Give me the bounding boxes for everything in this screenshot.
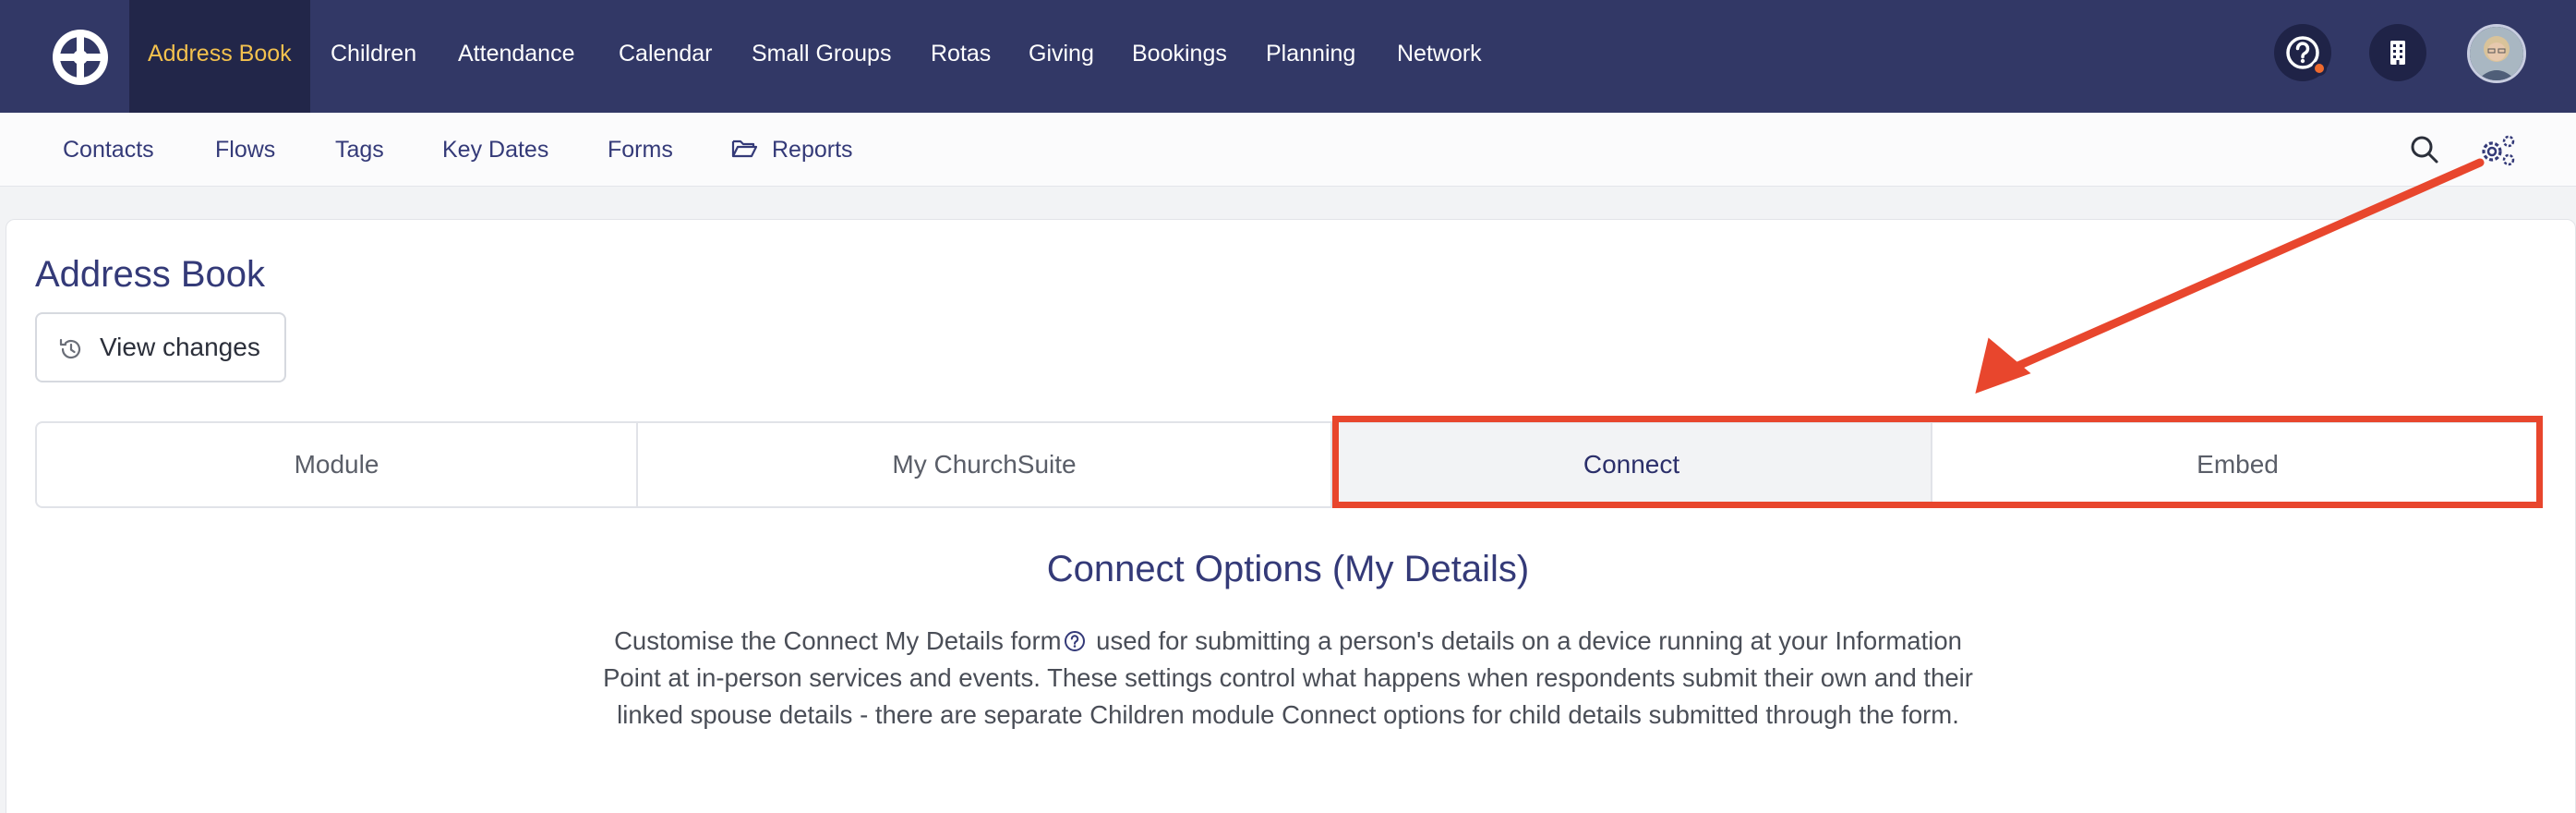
user-avatar[interactable] (2467, 24, 2526, 83)
nav-calendar[interactable]: Calendar (619, 0, 712, 113)
nav-attendance[interactable]: Attendance (458, 0, 575, 113)
search-icon[interactable] (2406, 131, 2443, 168)
sub-navigation-bar: Contacts Flows Tags Key Dates Forms Repo… (0, 113, 2576, 187)
subnav-key-dates[interactable]: Key Dates (442, 113, 548, 187)
tab-my-churchsuite[interactable]: My ChurchSuite (638, 423, 1332, 506)
help-button[interactable] (2274, 24, 2331, 81)
subnav-forms[interactable]: Forms (608, 113, 673, 187)
nav-planning[interactable]: Planning (1266, 0, 1355, 113)
nav-bookings[interactable]: Bookings (1132, 0, 1227, 113)
section-title: Connect Options (My Details) (1046, 549, 1530, 589)
notification-dot (2312, 61, 2327, 76)
history-icon (59, 338, 81, 359)
nav-network[interactable]: Network (1397, 0, 1482, 113)
subnav-tags[interactable]: Tags (335, 113, 384, 187)
nav-rotas[interactable]: Rotas (931, 0, 991, 113)
view-changes-button[interactable]: View changes (35, 312, 286, 382)
view-changes-label: View changes (100, 333, 260, 361)
settings-gears-icon[interactable] (2477, 131, 2520, 168)
nav-children[interactable]: Children (331, 0, 416, 113)
tab-connect[interactable]: Connect (1332, 423, 1932, 506)
tab-module[interactable]: Module (37, 423, 638, 506)
subnav-reports[interactable]: Reports (731, 113, 853, 187)
nav-small-groups[interactable]: Small Groups (752, 0, 891, 113)
subnav-contacts[interactable]: Contacts (63, 113, 154, 187)
settings-tabs: Module My ChurchSuite Connect Embed (35, 421, 2543, 508)
page-title: Address Book (35, 254, 266, 295)
nav-address-book[interactable]: Address Book (129, 0, 310, 113)
building-icon (2390, 41, 2405, 65)
tab-embed[interactable]: Embed (1932, 423, 2541, 506)
description-text-start: Customise the Connect My Details form (614, 626, 1062, 655)
organisation-button[interactable] (2369, 24, 2426, 81)
subnav-flows[interactable]: Flows (215, 113, 275, 187)
churchsuite-logo-icon[interactable] (50, 27, 111, 88)
section-description: Customise the Connect My Details form us… (582, 623, 1994, 734)
help-circle-icon[interactable] (1064, 630, 1086, 652)
subnav-reports-label: Reports (772, 137, 853, 163)
top-navigation-bar: Address Book Children Attendance Calenda… (0, 0, 2576, 113)
nav-giving[interactable]: Giving (1029, 0, 1094, 113)
folder-open-icon (731, 140, 757, 158)
